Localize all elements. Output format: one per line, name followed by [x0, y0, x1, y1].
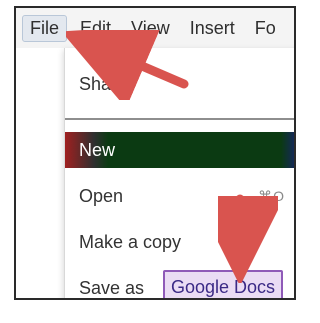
menu-item-new[interactable]: New — [65, 132, 294, 168]
hand-cursor-icon: ✋ — [71, 30, 89, 46]
menu-item-share[interactable]: Share — [65, 66, 294, 102]
menu-divider — [65, 118, 294, 120]
google-docs-highlight: Google Docs — [163, 270, 284, 298]
menu-item-save-as-google-docs[interactable]: Save as Google Docs — [65, 270, 294, 298]
make-copy-label: Make a copy — [79, 231, 182, 252]
menu-view[interactable]: View — [124, 16, 177, 41]
menu-item-open[interactable]: Open ⌘O — [65, 178, 294, 214]
menu-file[interactable]: File — [22, 14, 68, 42]
menu-format[interactable]: Fo — [248, 16, 283, 41]
menu-bar: File Edit View Insert Fo — [16, 8, 294, 48]
menu-insert[interactable]: Insert — [183, 16, 242, 41]
file-menu-dropdown: Share New Open ⌘O Make a copy Save as Go… — [64, 48, 294, 298]
screenshot-frame: File Edit View Insert Fo ✋ Share New Ope… — [14, 6, 296, 300]
menu-item-make-copy[interactable]: Make a copy — [65, 224, 294, 260]
open-label: Open — [79, 185, 124, 206]
open-shortcut: ⌘O — [258, 187, 285, 204]
new-label: New — [79, 139, 116, 160]
save-as-label: Save as — [79, 277, 145, 298]
share-label: Share — [79, 73, 128, 94]
